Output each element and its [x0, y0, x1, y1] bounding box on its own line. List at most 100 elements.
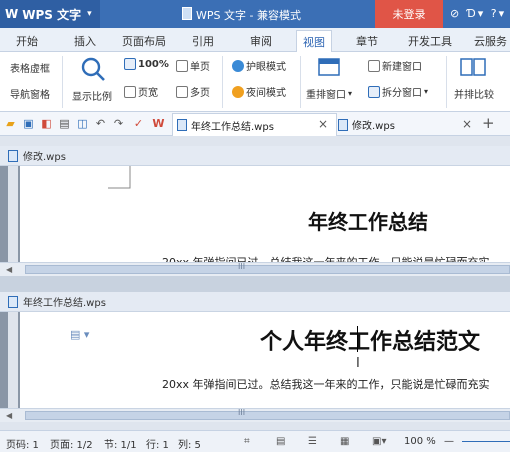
tab-cloud[interactable]: 云服务	[474, 33, 507, 49]
navigation-pane-toggle[interactable]: 导航窗格	[10, 86, 50, 101]
top-pane-body: 年终工作总结 20xx 年弹指间已过。总结我这一年来的工作，只能说是忙碌而充实	[0, 166, 510, 262]
redo-icon[interactable]: ↷	[112, 117, 125, 130]
split-window-button[interactable]: 拆分窗口 ▾	[368, 84, 428, 99]
single-page-label: 单页	[190, 62, 210, 73]
format-painter-icon[interactable]: ✓	[132, 117, 145, 130]
print-icon[interactable]: ▤	[58, 117, 71, 130]
side-by-side-button[interactable]: 并排比较	[454, 86, 494, 101]
scroll-thumb[interactable]	[25, 265, 510, 274]
single-page-button[interactable]: 单页	[176, 58, 210, 73]
scroll-grip: III	[238, 262, 246, 271]
document-heading: 年终工作总结	[308, 210, 428, 234]
pane-header-modify[interactable]: 修改.wps	[0, 146, 510, 166]
outline-view-icon[interactable]: ☰	[308, 436, 317, 447]
multi-page-button[interactable]: 多页	[176, 84, 210, 99]
login-button[interactable]: 未登录	[375, 0, 443, 28]
chevron-down-icon: ▾	[424, 87, 429, 96]
new-window-icon	[368, 59, 380, 72]
document-page[interactable]: ▤ ▾ 个人年终工作总结范文 I 20xx 年弹指间已过。总结我这一年来的工作，…	[20, 312, 510, 408]
wps-logo-icon: W	[5, 7, 19, 21]
close-tab-icon[interactable]: ×	[462, 117, 472, 131]
web-view-icon[interactable]: ▦	[340, 436, 349, 447]
close-tab-icon[interactable]: ×	[318, 117, 328, 131]
margin-corner-mark	[108, 166, 131, 189]
scroll-grip: III	[238, 408, 246, 417]
tab-review[interactable]: 审阅	[250, 33, 272, 49]
print-preview-icon[interactable]: ◫	[76, 117, 89, 130]
tab-page-layout[interactable]: 页面布局	[122, 33, 166, 49]
folder-open-icon[interactable]: ▰	[4, 117, 17, 130]
zoom-slider[interactable]	[462, 441, 510, 442]
page-width-button[interactable]: 页宽	[124, 84, 158, 99]
tab-label: 修改.wps	[352, 121, 395, 132]
bottom-pane-body: ▤ ▾ 个人年终工作总结范文 I 20xx 年弹指间已过。总结我这一年来的工作，…	[0, 312, 510, 408]
document-page[interactable]: 年终工作总结 20xx 年弹指间已过。总结我这一年来的工作，只能说是忙碌而充实	[20, 166, 510, 262]
zoom-100-button[interactable]: 100%	[124, 58, 169, 70]
new-tab-button[interactable]: +	[482, 114, 495, 132]
page-code-status: 页码: 1	[6, 440, 39, 451]
night-mode-label: 夜间模式	[246, 88, 286, 99]
document-icon	[338, 118, 348, 131]
pane-splitter[interactable]	[0, 276, 510, 292]
pane-title: 年终工作总结.wps	[23, 298, 106, 309]
zoom-magnifier-icon[interactable]	[80, 56, 106, 82]
document-icon	[177, 119, 187, 131]
multi-page-label: 多页	[190, 88, 210, 99]
pane-header-annual-summary[interactable]: 年终工作总结.wps	[0, 292, 510, 312]
new-window-label: 新建窗口	[382, 62, 422, 73]
zoom-level[interactable]: 100 %	[404, 436, 436, 447]
app-name: WPS 文字	[22, 7, 82, 22]
page-status[interactable]: 页面: 1/2	[50, 436, 93, 451]
night-mode-button[interactable]: 夜间模式	[232, 84, 286, 99]
undo-icon[interactable]: ↶	[94, 117, 107, 130]
divider	[446, 56, 447, 108]
tab-insert[interactable]: 插入	[74, 33, 96, 49]
pane-title: 修改.wps	[23, 152, 66, 163]
document-heading: 个人年终工作总结范文	[260, 329, 481, 355]
full-screen-icon[interactable]: ⌗	[244, 436, 250, 447]
tab-annual-summary[interactable]: 年终工作总结.wps	[172, 113, 337, 136]
tab-references[interactable]: 引用	[192, 33, 214, 49]
eye-protection-button[interactable]: 护眼模式	[232, 58, 286, 73]
tab-home[interactable]: 开始	[16, 33, 38, 49]
scroll-left-icon[interactable]: ◀	[6, 411, 12, 420]
single-page-icon	[176, 59, 188, 72]
vertical-ruler	[8, 312, 18, 408]
side-by-side-icon[interactable]	[460, 58, 486, 76]
row-status: 行: 1	[146, 440, 169, 451]
eye-protection-label: 护眼模式	[246, 62, 286, 73]
zoom-100-label: 100%	[138, 58, 169, 70]
tab-modify[interactable]: 修改.wps	[334, 113, 474, 136]
page-layout-icon[interactable]: ▤ ▾	[70, 328, 89, 341]
document-icon	[8, 295, 18, 308]
zoom-out-button[interactable]: —	[444, 436, 454, 447]
i-beam-cursor-icon: I	[356, 356, 360, 371]
page-view-icon[interactable]: ▤	[276, 436, 285, 447]
scroll-left-icon[interactable]: ◀	[6, 265, 12, 274]
horizontal-scrollbar[interactable]: ◀ III	[0, 262, 510, 276]
table-gridlines-toggle[interactable]: 表格虚框	[10, 60, 50, 75]
reading-view-icon[interactable]: ▣▾	[372, 436, 386, 447]
save-icon[interactable]: ▣	[22, 117, 35, 130]
divider	[222, 56, 223, 108]
status-bar: 页码: 1 页面: 1/2 节: 1/1 行: 1 列: 5 ⌗ ▤ ☰ ▦ ▣…	[0, 430, 510, 452]
new-window-button[interactable]: 新建窗口	[368, 58, 422, 73]
horizontal-scrollbar[interactable]: ◀ III	[0, 408, 510, 422]
app-menu-button[interactable]: W WPS 文字 ▾	[0, 0, 100, 28]
scroll-thumb[interactable]	[25, 411, 510, 420]
export-pdf-icon[interactable]: ◧	[40, 117, 53, 130]
page-width-label: 页宽	[138, 88, 158, 99]
rearrange-window-button[interactable]: 重排窗口 ▾	[306, 86, 352, 101]
tab-view[interactable]: 视图	[296, 30, 332, 52]
wps-logo-icon[interactable]: W	[152, 117, 165, 130]
multi-page-icon	[176, 85, 188, 98]
window-title: WPS 文字 - 兼容模式	[196, 9, 301, 22]
titlebar-tools[interactable]: ⊘ Ɗ▾ ?▾	[450, 7, 506, 20]
rearrange-window-icon[interactable]	[318, 58, 340, 76]
split-window-icon	[368, 85, 380, 98]
zoom-ratio-button[interactable]: 显示比例	[72, 88, 112, 103]
menu-bar: 开始 插入 页面布局 引用 审阅 视图 章节 开发工具 云服务	[0, 28, 510, 52]
document-body-text: 20xx 年弹指间已过。总结我这一年来的工作，只能说是忙碌而充实	[162, 378, 490, 391]
tab-chapter[interactable]: 章节	[356, 33, 378, 49]
tab-developer[interactable]: 开发工具	[408, 33, 452, 49]
